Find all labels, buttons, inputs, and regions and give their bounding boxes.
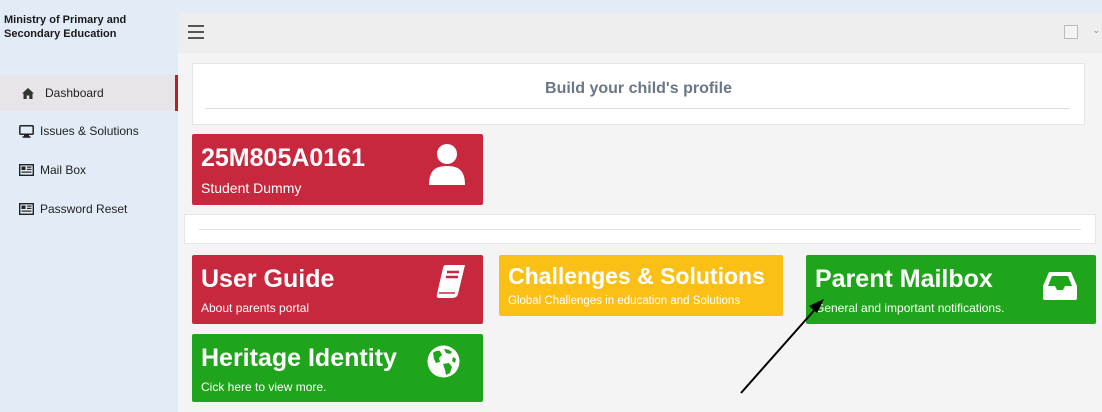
heritage-identity-title: Heritage Identity <box>201 344 397 372</box>
newspaper-icon <box>18 202 34 216</box>
sidebar-item-password-reset[interactable]: Password Reset <box>0 191 178 227</box>
globe-icon <box>427 345 460 383</box>
monitor-icon <box>18 124 34 138</box>
challenges-title: Challenges & Solutions <box>508 263 765 289</box>
divider <box>205 108 1070 109</box>
profile-card: Build your child's profile <box>192 63 1085 125</box>
user-guide-title: User Guide <box>201 265 335 293</box>
user-guide-tile[interactable]: User Guide About parents portal <box>192 255 483 324</box>
sidebar-item-label: Issues & Solutions <box>40 124 139 138</box>
sidebar-item-label: Dashboard <box>45 86 104 100</box>
user-guide-subtitle: About parents portal <box>201 301 310 315</box>
user-icon <box>428 143 466 190</box>
parent-mailbox-subtitle: General and important notifications. <box>815 301 1005 315</box>
section-divider <box>184 214 1096 244</box>
heritage-identity-tile[interactable]: Heritage Identity Cick here to view more… <box>192 334 483 402</box>
inbox-icon <box>1042 271 1078 306</box>
student-id: 25M805A0161 <box>201 144 366 172</box>
broken-image-icon[interactable] <box>1064 25 1078 39</box>
student-name: Student Dummy <box>201 180 302 196</box>
sidebar-item-mailbox[interactable]: Mail Box <box>0 152 178 188</box>
challenges-tile[interactable]: Challenges & Solutions Global Challenges… <box>499 255 783 316</box>
heritage-identity-subtitle: Cick here to view more. <box>201 380 327 394</box>
topbar: ⌄ <box>178 13 1102 53</box>
home-icon <box>20 86 36 100</box>
chevron-down-icon[interactable]: ⌄ <box>1092 25 1100 36</box>
newspaper-icon <box>18 163 34 177</box>
sidebar-item-issues[interactable]: Issues & Solutions <box>0 113 178 149</box>
student-card[interactable]: 25M805A0161 Student Dummy <box>192 134 483 205</box>
hamburger-icon[interactable] <box>188 25 204 39</box>
parent-mailbox-tile[interactable]: Parent Mailbox General and important not… <box>806 255 1096 324</box>
brand-title: Ministry of Primary and Secondary Educat… <box>4 14 127 40</box>
book-icon <box>436 265 466 304</box>
sidebar-item-label: Password Reset <box>40 202 128 216</box>
sidebar: Ministry of Primary and Secondary Educat… <box>0 0 178 412</box>
sidebar-item-dashboard[interactable]: Dashboard <box>0 75 178 111</box>
sidebar-item-label: Mail Box <box>40 163 87 177</box>
challenges-subtitle: Global Challenges in education and Solut… <box>508 295 741 307</box>
page-title: Build your child's profile <box>545 80 732 97</box>
main-content: Build your child's profile 25M805A0161 S… <box>178 53 1102 412</box>
parent-mailbox-title: Parent Mailbox <box>815 265 993 293</box>
